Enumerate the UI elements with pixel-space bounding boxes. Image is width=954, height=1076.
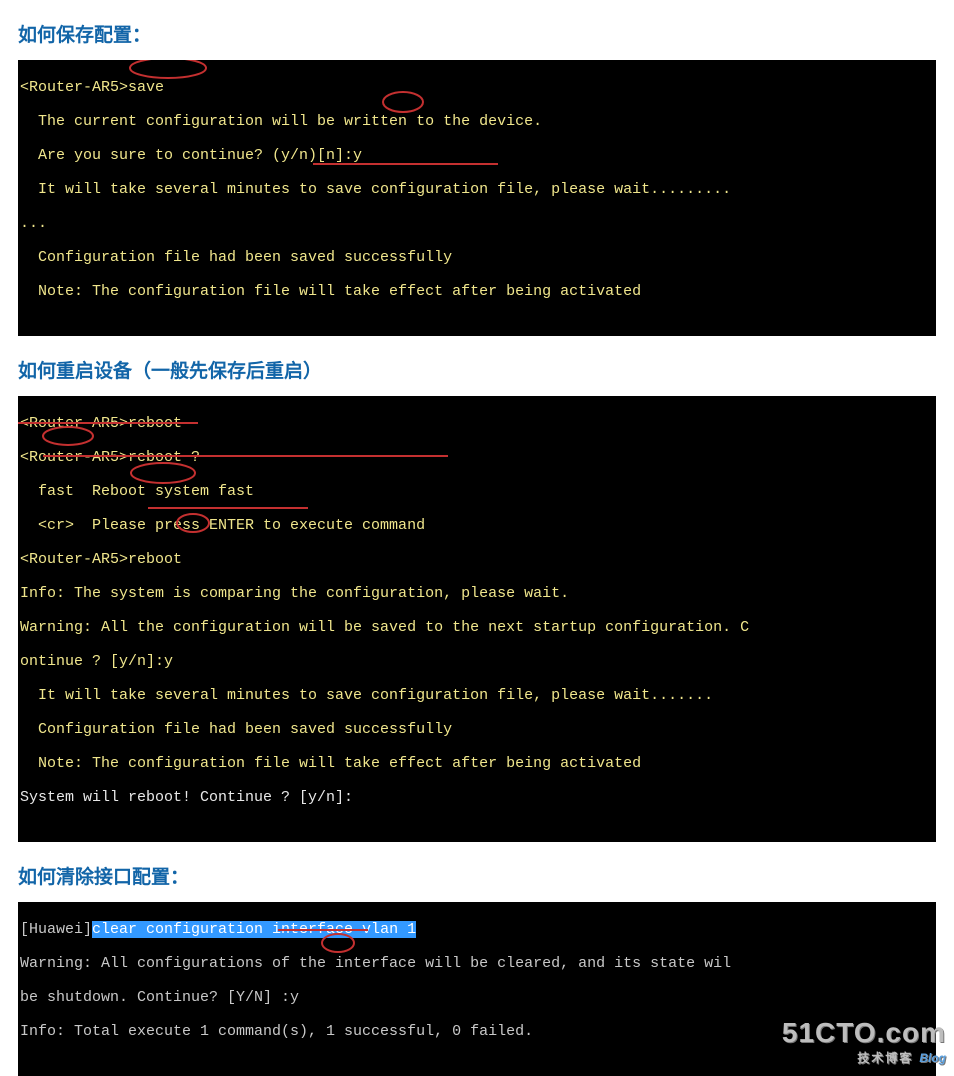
term-line: Info: Total execute 1 command(s), 1 succ…	[20, 1023, 934, 1040]
term-line: Configuration file had been saved succes…	[20, 721, 934, 738]
terminal-save-config: <Router-AR5>save The current configurati…	[18, 57, 936, 336]
term-line: Warning: All the configuration will be s…	[20, 619, 934, 636]
term-line: <Router-AR5>save	[20, 79, 934, 96]
term-line: <Router-AR5>reboot	[20, 551, 934, 568]
term-line: [Huawei]clear configuration interface vl…	[20, 921, 934, 938]
term-line: ontinue ? [y/n]:y	[20, 653, 934, 670]
terminal-clear-interface: [Huawei]clear configuration interface vl…	[18, 899, 936, 1076]
heading-reboot-device: 如何重启设备（一般先保存后重启）	[0, 336, 954, 393]
term-line: <Router-AR5>reboot ?	[20, 449, 934, 466]
term-line: System will reboot! Continue ? [y/n]:	[20, 789, 934, 806]
heading-save-config: 如何保存配置：	[0, 0, 954, 57]
heading-clear-interface: 如何清除接口配置：	[0, 842, 954, 899]
term-line: <cr> Please press ENTER to execute comma…	[20, 517, 934, 534]
term-line: Warning: All configurations of the inter…	[20, 955, 934, 972]
term-line: <Router-AR5>reboot	[20, 415, 934, 432]
term-line: Note: The configuration file will take e…	[20, 755, 934, 772]
terminal-reboot-device: <Router-AR5>reboot <Router-AR5>reboot ? …	[18, 393, 936, 842]
term-line: fast Reboot system fast	[20, 483, 934, 500]
prompt-huawei: [Huawei]	[20, 921, 92, 938]
highlighted-command: clear configuration interface vlan 1	[92, 921, 416, 938]
term-line: Are you sure to continue? (y/n)[n]:y	[20, 147, 934, 164]
term-line: be shutdown. Continue? [Y/N] :y	[20, 989, 934, 1006]
term-line: It will take several minutes to save con…	[20, 687, 934, 704]
term-line: Configuration file had been saved succes…	[20, 249, 934, 266]
term-line: Info: The system is comparing the config…	[20, 585, 934, 602]
term-line: Note: The configuration file will take e…	[20, 283, 934, 300]
term-line: It will take several minutes to save con…	[20, 181, 934, 198]
term-line: The current configuration will be writte…	[20, 113, 934, 130]
term-line: ...	[20, 215, 934, 232]
